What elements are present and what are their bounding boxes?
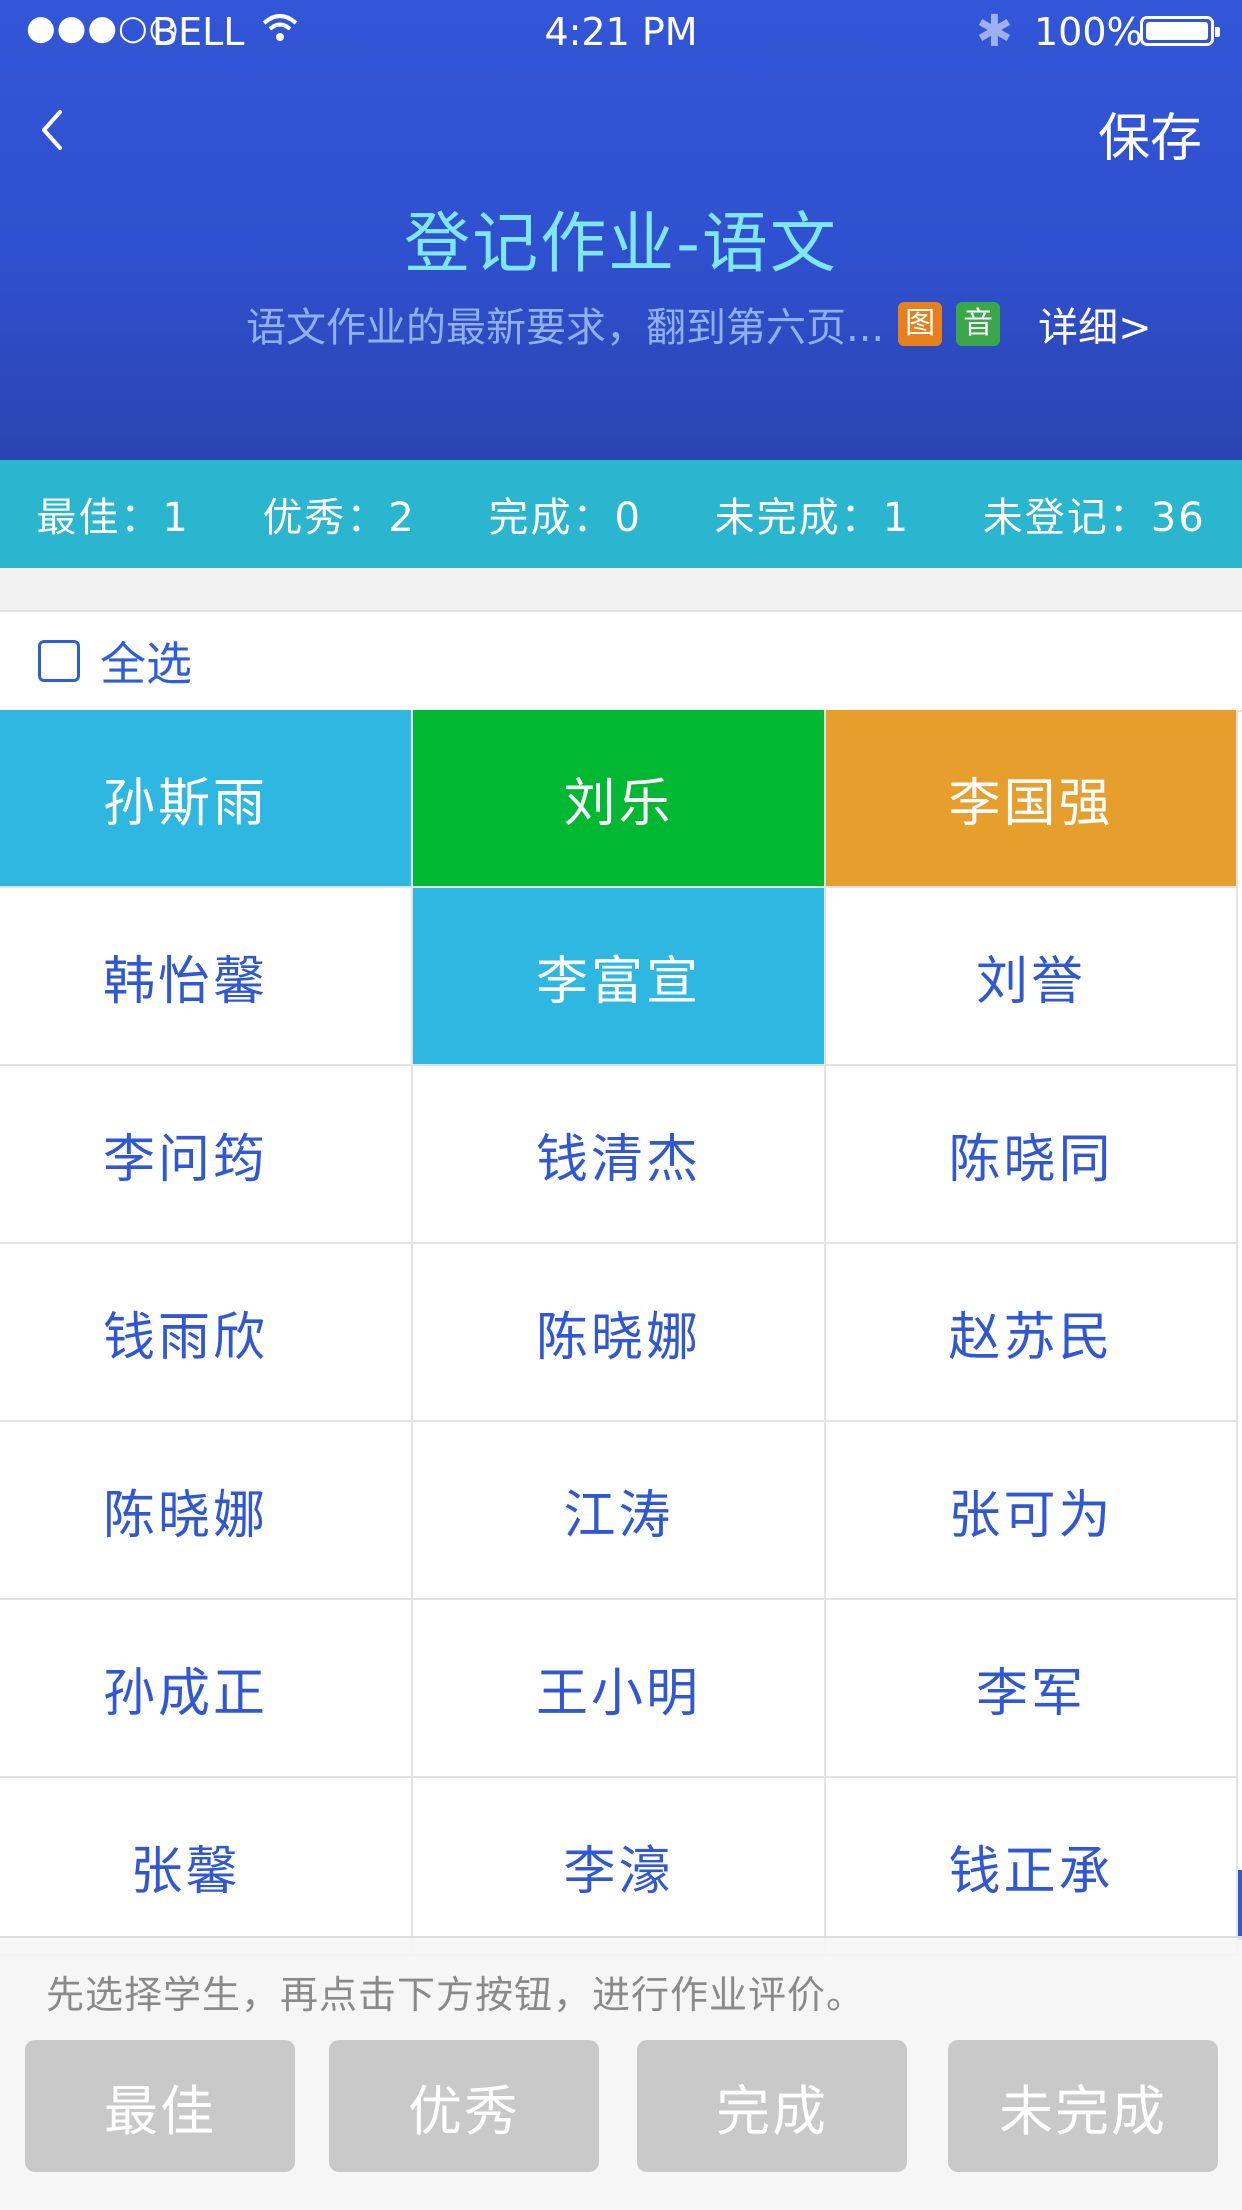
student-cell[interactable]: 王小明 — [413, 1600, 826, 1778]
back-button[interactable] — [30, 100, 90, 160]
evaluation-hint: 先选择学生，再点击下方按钮，进行作业评价。 — [46, 1973, 866, 2017]
stat-incomplete: 未完成：1 — [714, 495, 911, 541]
select-all-checkbox[interactable] — [38, 640, 80, 682]
status-bar: ●●●○○ BELL 4:21 PM ✱ 100% — [0, 0, 1242, 64]
evaluation-panel: 先选择学生，再点击下方按钮，进行作业评价。 最佳 优秀 完成 未完成 — [0, 1936, 1242, 2210]
battery-percent: 100% — [1034, 10, 1143, 54]
excellent-button[interactable]: 优秀 — [329, 2040, 599, 2172]
student-name: 赵苏民 — [948, 1307, 1114, 1368]
student-cell[interactable]: 李问筠 — [0, 1066, 413, 1244]
student-cell[interactable]: 钱清杰 — [413, 1066, 826, 1244]
stat-excellent: 优秀：2 — [262, 495, 416, 541]
student-cell[interactable]: 陈晓娜 — [0, 1422, 413, 1600]
student-cell[interactable]: 钱正承 — [826, 1778, 1238, 1956]
student-cell[interactable]: 孙斯雨 — [0, 710, 413, 888]
student-name: 钱雨欣 — [102, 1307, 268, 1368]
student-cell[interactable]: 孙成正 — [0, 1600, 413, 1778]
complete-button[interactable]: 完成 — [637, 2040, 907, 2172]
student-cell[interactable]: 张可为 — [826, 1422, 1238, 1600]
student-name: 陈晓娜 — [535, 1307, 701, 1368]
student-cell[interactable]: 刘誉 — [826, 888, 1238, 1066]
homework-summary: 语文作业的最新要求，翻到第六页... 图 音 详细> — [246, 296, 1152, 352]
student-name: 李问筠 — [102, 1129, 268, 1190]
bluetooth-icon: ✱ — [976, 6, 1013, 57]
student-cell[interactable]: 李濠 — [413, 1778, 826, 1956]
student-name: 李国强 — [948, 773, 1114, 834]
detail-link[interactable]: 详细> — [1038, 295, 1152, 353]
save-button[interactable]: 保存 — [1098, 96, 1202, 171]
student-name: 陈晓同 — [948, 1129, 1114, 1190]
student-name: 张馨 — [130, 1841, 241, 1902]
student-name: 李军 — [975, 1663, 1086, 1724]
student-cell[interactable]: 李国强 — [826, 710, 1238, 888]
student-cell[interactable]: 陈晓同 — [826, 1066, 1238, 1244]
student-cell[interactable]: 韩怡馨 — [0, 888, 413, 1066]
student-grid: 孙斯雨 刘乐 李国强 韩怡馨 李富宣 刘誉 李问筠 钱清杰 陈晓同 钱雨欣 陈晓娜 赵苏民 陈晓娜 江涛张… — [0, 710, 1242, 1956]
stat-complete: 完成：0 — [488, 495, 642, 541]
student-name: 陈晓娜 — [102, 1485, 268, 1546]
scrollbar[interactable] — [1238, 1870, 1242, 1940]
battery-icon — [1140, 16, 1220, 46]
student-cell[interactable]: 钱雨欣 — [0, 1244, 413, 1422]
student-name: 江涛 — [563, 1485, 674, 1546]
stats-bar: 最佳：1 优秀：2 完成：0 未完成：1 未登记：36 — [0, 460, 1242, 568]
student-name: 李富宣 — [535, 951, 701, 1012]
divider — [0, 568, 1242, 612]
student-cell[interactable]: 刘乐 — [413, 710, 826, 888]
stat-best: 最佳：1 — [36, 495, 190, 541]
student-name: 张可为 — [948, 1485, 1114, 1546]
student-cell[interactable]: 张馨 — [0, 1778, 413, 1956]
image-attachment-badge: 图 — [898, 302, 943, 346]
chevron-left-icon — [42, 110, 62, 150]
student-name: 孙成正 — [102, 1663, 268, 1724]
student-cell[interactable]: 陈晓娜 — [413, 1244, 826, 1422]
student-cell[interactable]: 李富宣 — [413, 888, 826, 1066]
select-all-label: 全选 — [100, 637, 192, 691]
student-cell[interactable]: 赵苏民 — [826, 1244, 1238, 1422]
select-all-row[interactable]: 全选 — [0, 612, 1242, 712]
student-name: 王小明 — [535, 1663, 701, 1724]
student-name: 孙斯雨 — [102, 773, 268, 834]
student-name: 刘乐 — [563, 773, 674, 834]
student-name: 钱正承 — [948, 1841, 1114, 1902]
stat-unregistered: 未登记：36 — [982, 495, 1206, 541]
header: ●●●○○ BELL 4:21 PM ✱ 100% 保存 登记作业-语文 语文作… — [0, 0, 1242, 460]
student-cell[interactable]: 江涛 — [413, 1422, 826, 1600]
student-name: 刘誉 — [975, 951, 1086, 1012]
student-name: 钱清杰 — [535, 1129, 701, 1190]
student-name: 李濠 — [563, 1841, 674, 1902]
homework-description: 语文作业的最新要求，翻到第六页... — [246, 305, 885, 351]
student-cell[interactable]: 李军 — [826, 1600, 1238, 1778]
student-name: 韩怡馨 — [102, 951, 268, 1012]
page-title: 登记作业-语文 — [404, 205, 838, 282]
audio-attachment-badge: 音 — [956, 302, 1001, 346]
best-button[interactable]: 最佳 — [25, 2040, 295, 2172]
incomplete-button[interactable]: 未完成 — [948, 2040, 1218, 2172]
